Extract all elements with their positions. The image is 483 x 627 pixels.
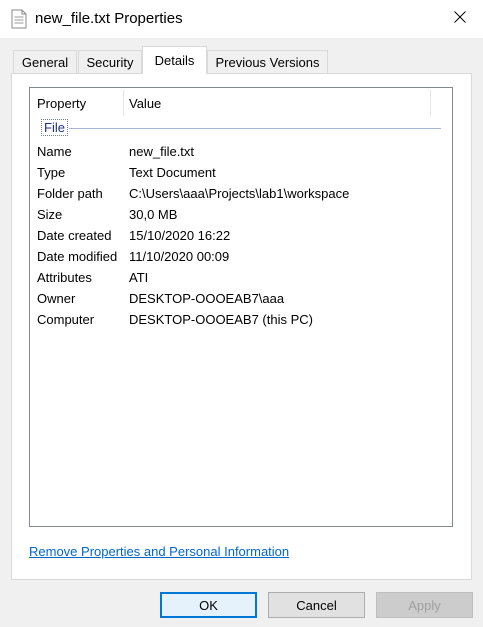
property-row[interactable]: Type Text Document xyxy=(30,162,452,183)
details-list[interactable]: Property Value File Name new_file.txt Ty… xyxy=(29,87,453,527)
window-title: new_file.txt Properties xyxy=(35,10,183,27)
column-label: Property xyxy=(37,95,87,111)
property-name: Date created xyxy=(37,228,112,243)
property-name: Computer xyxy=(37,312,95,327)
property-name: Type xyxy=(37,165,66,180)
tab-label: General xyxy=(21,54,69,70)
property-value: DESKTOP-OOOEAB7 (this PC) xyxy=(129,312,313,327)
cancel-button[interactable]: Cancel xyxy=(268,592,365,618)
property-value: ATI xyxy=(129,270,149,285)
apply-button[interactable]: Apply xyxy=(376,592,473,618)
property-value: 11/10/2020 00:09 xyxy=(129,249,230,264)
property-name: Owner xyxy=(37,291,76,306)
tab-label: Security xyxy=(86,54,134,70)
tab-label: Details xyxy=(154,53,195,68)
tab-label: Previous Versions xyxy=(215,54,320,70)
property-name: Size xyxy=(37,207,63,222)
property-value: 30,0 MB xyxy=(129,207,178,222)
property-row[interactable]: Size 30,0 MB xyxy=(30,204,452,225)
property-name: Date modified xyxy=(37,249,118,264)
close-icon xyxy=(454,10,466,26)
property-value: C:\Users\aaa\Projects\lab1\workspace xyxy=(129,186,350,201)
property-value: DESKTOP-OOOEAB7\aaa xyxy=(129,291,285,306)
property-value: 15/10/2020 16:22 xyxy=(129,228,231,243)
column-divider[interactable] xyxy=(430,90,431,116)
group-divider xyxy=(69,128,441,129)
property-value: new_file.txt xyxy=(129,144,195,159)
ok-button[interactable]: OK xyxy=(160,592,257,618)
group-header-file[interactable]: File xyxy=(41,119,68,136)
tab-general[interactable]: General xyxy=(13,50,77,73)
tab-previous-versions[interactable]: Previous Versions xyxy=(207,50,328,73)
property-row[interactable]: Date created 15/10/2020 16:22 xyxy=(30,225,452,246)
close-button[interactable] xyxy=(437,0,483,36)
property-row[interactable]: Folder path C:\Users\aaa\Projects\lab1\w… xyxy=(30,183,452,204)
column-header-property[interactable]: Property xyxy=(37,88,86,118)
property-row[interactable]: Owner DESKTOP-OOOEAB7\aaa xyxy=(30,288,452,309)
property-name: Attributes xyxy=(37,270,92,285)
property-row[interactable]: Name new_file.txt xyxy=(30,141,452,162)
text-file-icon xyxy=(11,9,27,29)
remove-properties-link[interactable]: Remove Properties and Personal Informati… xyxy=(29,544,289,559)
property-value: Text Document xyxy=(129,165,216,180)
tab-details[interactable]: Details xyxy=(142,46,207,74)
property-name: Folder path xyxy=(37,186,103,201)
title-bar: new_file.txt Properties xyxy=(0,0,483,38)
property-row[interactable]: Date modified 11/10/2020 00:09 xyxy=(30,246,452,267)
column-label: Value xyxy=(129,95,162,111)
property-row[interactable]: Attributes ATI xyxy=(30,267,452,288)
column-divider[interactable] xyxy=(123,90,124,116)
property-row[interactable]: Computer DESKTOP-OOOEAB7 (this PC) xyxy=(30,309,452,330)
column-header-value[interactable]: Value xyxy=(129,88,161,118)
property-name: Name xyxy=(37,144,72,159)
list-header: Property Value xyxy=(30,88,452,118)
tab-security[interactable]: Security xyxy=(78,50,142,73)
